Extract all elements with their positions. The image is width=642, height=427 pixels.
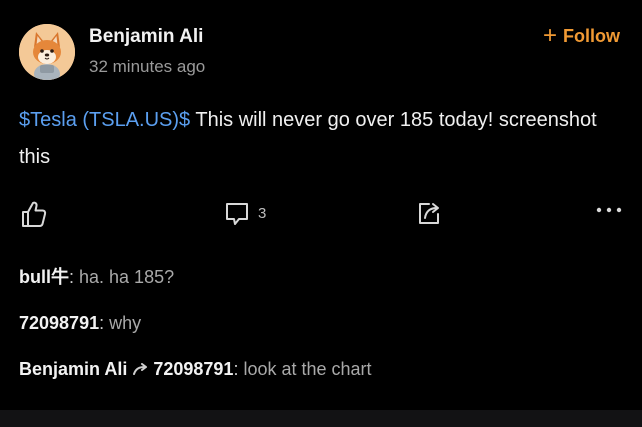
comment-item: Benjamin Ali 72098791: look at the chart <box>19 359 372 379</box>
comment-user[interactable]: 72098791 <box>19 313 99 333</box>
like-button[interactable] <box>21 200 47 228</box>
shiba-dog-avatar-icon <box>19 24 75 80</box>
comments-list: bull牛: ha. ha 185? 72098791: why Benjami… <box>19 265 619 403</box>
comment-text: look at the chart <box>243 359 372 379</box>
share-button[interactable] <box>416 200 442 226</box>
more-dots-icon <box>596 207 622 213</box>
section-divider <box>0 410 642 427</box>
ticker-link[interactable]: $Tesla (TSLA.US)$ <box>19 109 190 131</box>
post-content: $Tesla (TSLA.US)$ This will never go ove… <box>19 102 619 176</box>
comment-text: ha. ha 185? <box>79 267 175 287</box>
comment-icon <box>226 203 248 225</box>
comment-item: 72098791: why <box>19 313 142 333</box>
post-action-bar: 3 <box>19 200 624 234</box>
plus-icon: + <box>542 21 557 49</box>
post-header: Benjamin Ali 32 minutes ago + Follow <box>19 22 622 82</box>
comment-text: why <box>109 313 142 333</box>
avatar[interactable] <box>19 24 75 80</box>
comment-item: bull牛: ha. ha 185? <box>19 267 175 287</box>
comment-count: 3 <box>258 204 267 222</box>
follow-button[interactable]: + Follow <box>542 21 620 49</box>
post-timestamp: 32 minutes ago <box>89 57 206 76</box>
thumbs-up-icon <box>22 201 47 227</box>
comment-user[interactable]: Benjamin Ali <box>19 359 127 379</box>
reply-arrow-icon <box>133 362 148 375</box>
follow-label: Follow <box>563 26 620 46</box>
author-name[interactable]: Benjamin Ali <box>89 26 203 48</box>
more-options-button[interactable] <box>595 206 623 214</box>
comment-reply-target[interactable]: 72098791 <box>153 359 233 379</box>
comment-button[interactable]: 3 <box>224 200 266 226</box>
share-icon <box>419 203 439 224</box>
comment-user[interactable]: bull牛 <box>19 267 69 287</box>
